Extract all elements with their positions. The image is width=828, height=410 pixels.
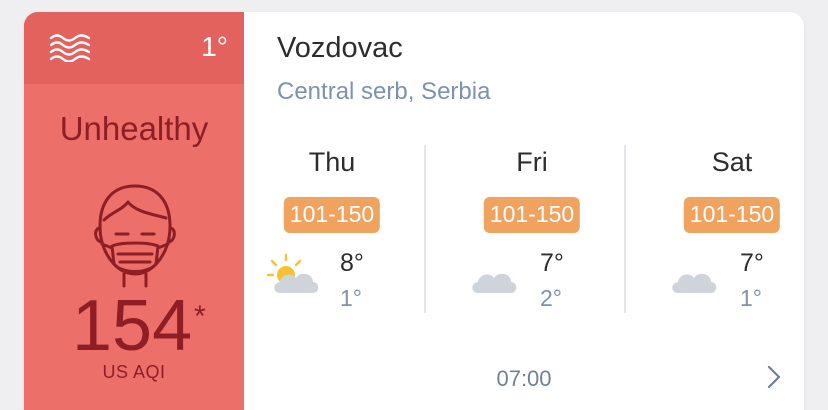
aqi-status-label: Unhealthy bbox=[59, 110, 209, 147]
forecast-day-name: Thu bbox=[308, 147, 356, 177]
forecast-high-temp: 7° bbox=[740, 249, 764, 277]
aqi-value: 154 bbox=[72, 286, 193, 366]
haze-icon bbox=[49, 34, 91, 62]
forecast-day-sat: Sat 101-150 7° 1° bbox=[642, 147, 804, 317]
aqi-range-badge: 101-150 bbox=[283, 197, 381, 233]
current-temperature: 1° bbox=[201, 31, 228, 62]
updated-time: 07:00 bbox=[496, 366, 552, 391]
partly-sunny-icon bbox=[266, 253, 319, 293]
location-region: Central serb, Serbia bbox=[277, 78, 491, 105]
forecast-day-thu: Thu 101-150 8° 1° bbox=[242, 147, 422, 317]
aqi-panel: 1° Unhealthy 154 * US AQI bbox=[24, 12, 244, 410]
forecast-high-temp: 7° bbox=[540, 249, 564, 277]
aqi-value-marker: * bbox=[194, 300, 206, 333]
aqi-range-badge: 101-150 bbox=[483, 197, 581, 233]
aqi-unit-label: US AQI bbox=[102, 362, 166, 382]
forecast-day-fri: Fri 101-150 7° 2° bbox=[442, 147, 622, 317]
forecast-high-temp: 8° bbox=[340, 249, 364, 277]
forecast-low-temp: 1° bbox=[340, 285, 362, 311]
cloud-icon bbox=[672, 273, 717, 293]
divider bbox=[624, 145, 626, 313]
cloud-icon bbox=[472, 273, 517, 293]
aqi-panel-header: 1° bbox=[24, 12, 244, 84]
aqi-range-badge: 101-150 bbox=[683, 197, 781, 233]
divider bbox=[424, 145, 426, 313]
location-city: Vozdovac bbox=[277, 32, 403, 64]
forecast-day-name: Sat bbox=[711, 147, 753, 177]
forecast-low-temp: 2° bbox=[540, 285, 562, 311]
forecast-day-name: Fri bbox=[516, 147, 548, 177]
air-quality-widget[interactable]: 1° Unhealthy 154 * US AQI Vozdovac Centr… bbox=[24, 12, 804, 410]
face-mask-icon bbox=[94, 184, 176, 288]
chevron-right-icon[interactable] bbox=[766, 364, 782, 390]
forecast-low-temp: 1° bbox=[740, 285, 762, 311]
